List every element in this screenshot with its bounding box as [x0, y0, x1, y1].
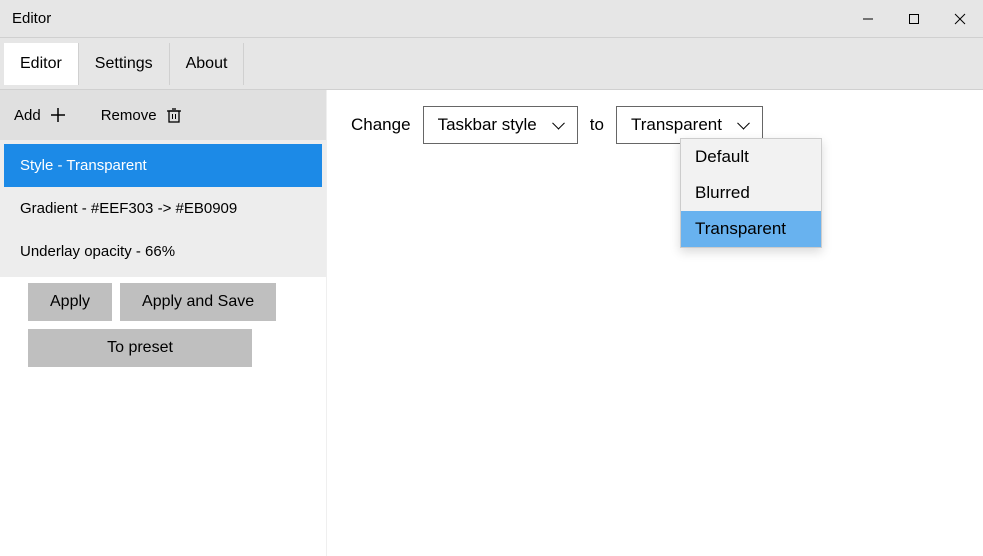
- content-panel: Change Taskbar style to Transparent Defa…: [327, 90, 983, 556]
- close-icon: [954, 13, 966, 25]
- change-label: Change: [351, 115, 411, 135]
- to-preset-button[interactable]: To preset: [28, 329, 252, 367]
- to-label: to: [590, 115, 604, 135]
- property-select[interactable]: Taskbar style: [423, 106, 578, 144]
- titlebar: Editor: [0, 0, 983, 38]
- apply-save-button[interactable]: Apply and Save: [120, 283, 276, 321]
- sidebar: Add Remove Style - Transparent Gradient …: [0, 90, 327, 556]
- plus-icon: [49, 106, 67, 124]
- property-select-value: Taskbar style: [438, 115, 537, 134]
- main-area: Add Remove Style - Transparent Gradient …: [0, 90, 983, 556]
- option-blurred[interactable]: Blurred: [681, 175, 821, 211]
- minimize-icon: [862, 13, 874, 25]
- tab-editor[interactable]: Editor: [4, 43, 79, 85]
- add-label: Add: [14, 107, 41, 124]
- tab-about[interactable]: About: [170, 43, 245, 85]
- option-default[interactable]: Default: [681, 139, 821, 175]
- value-dropdown: Default Blurred Transparent: [680, 138, 822, 248]
- window-title: Editor: [12, 10, 51, 27]
- remove-button[interactable]: Remove: [101, 106, 183, 124]
- rules-list: Style - Transparent Gradient - #EEF303 -…: [0, 140, 326, 277]
- rule-item-2[interactable]: Underlay opacity - 66%: [4, 230, 322, 273]
- add-button[interactable]: Add: [14, 106, 67, 124]
- apply-button[interactable]: Apply: [28, 283, 112, 321]
- buttons-area: Apply Apply and Save To preset: [0, 277, 326, 367]
- trash-icon: [165, 106, 183, 124]
- rule-item-0[interactable]: Style - Transparent: [4, 144, 322, 187]
- tabs-row: Editor Settings About: [0, 38, 983, 90]
- change-row: Change Taskbar style to Transparent: [351, 106, 959, 144]
- option-transparent[interactable]: Transparent: [681, 211, 821, 247]
- sidebar-toolbar: Add Remove: [0, 90, 326, 140]
- window-controls: [845, 0, 983, 37]
- minimize-button[interactable]: [845, 0, 891, 37]
- maximize-icon: [908, 13, 920, 25]
- rule-item-1[interactable]: Gradient - #EEF303 -> #EB0909: [4, 187, 322, 230]
- value-select-value: Transparent: [631, 115, 722, 134]
- close-button[interactable]: [937, 0, 983, 37]
- remove-label: Remove: [101, 107, 157, 124]
- tab-settings[interactable]: Settings: [79, 43, 170, 85]
- maximize-button[interactable]: [891, 0, 937, 37]
